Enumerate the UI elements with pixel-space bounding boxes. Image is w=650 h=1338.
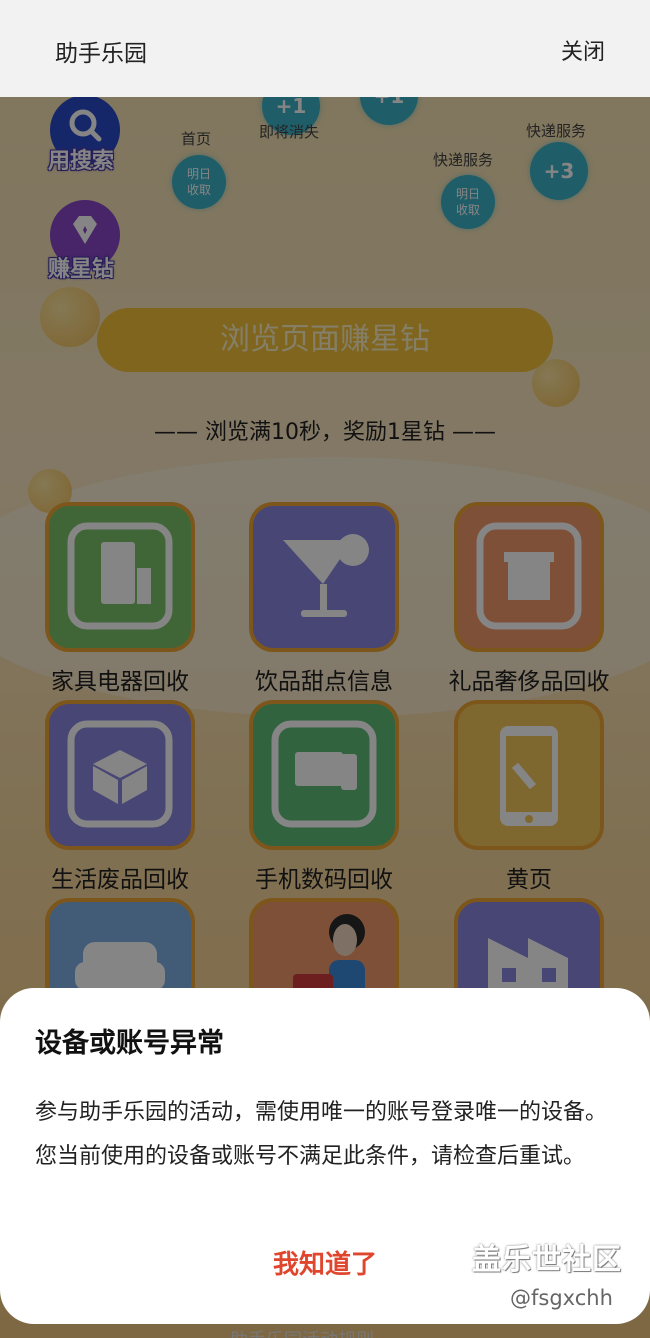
page-title: 助手乐园 [55, 41, 147, 67]
activity-rules-link[interactable]: 助手乐园活动规则 [230, 1326, 374, 1338]
dialog-title: 设备或账号异常 [35, 1028, 224, 1059]
watermark-handle: @fsgxchh [510, 1286, 613, 1310]
close-button[interactable]: 关闭 [561, 34, 605, 66]
dialog-message: 参与助手乐园的活动，需使用唯一的账号登录唯一的设备。您当前使用的设备或账号不满足… [35, 1100, 608, 1169]
watermark-community: 盖乐世社区 [472, 1242, 623, 1276]
top-bar: 助手乐园 关闭 [0, 0, 650, 97]
